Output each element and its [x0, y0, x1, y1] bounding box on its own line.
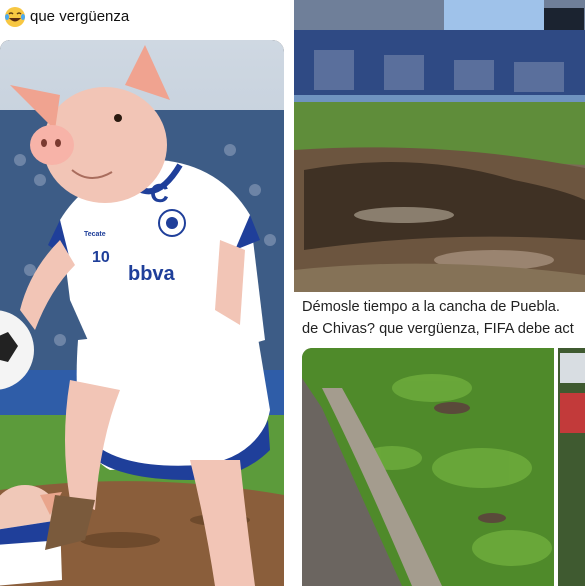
caption-line-2: de Chivas? que vergüenza, FIFA debe act [302, 321, 574, 337]
jersey-sponsor: bbva [128, 263, 176, 285]
jersey-logo: C [150, 178, 169, 208]
left-post-text: que vergüenza [30, 8, 130, 25]
pig-footballer-image[interactable]: C Tecate 10 bbva [0, 40, 284, 586]
left-post-header: que vergüenza [0, 0, 290, 38]
caption-line-1: Démosle tiempo a la cancha de Puebla. [302, 299, 560, 315]
jersey-number: 10 [92, 249, 110, 266]
jersey-brand: Tecate [84, 231, 106, 238]
right-post-caption: Démosle tiempo a la cancha de Puebla. de… [302, 296, 585, 340]
damaged-turf-image[interactable] [302, 348, 585, 586]
muddy-pitch-image[interactable] [294, 0, 585, 292]
laughing-crying-face-icon [5, 7, 25, 27]
